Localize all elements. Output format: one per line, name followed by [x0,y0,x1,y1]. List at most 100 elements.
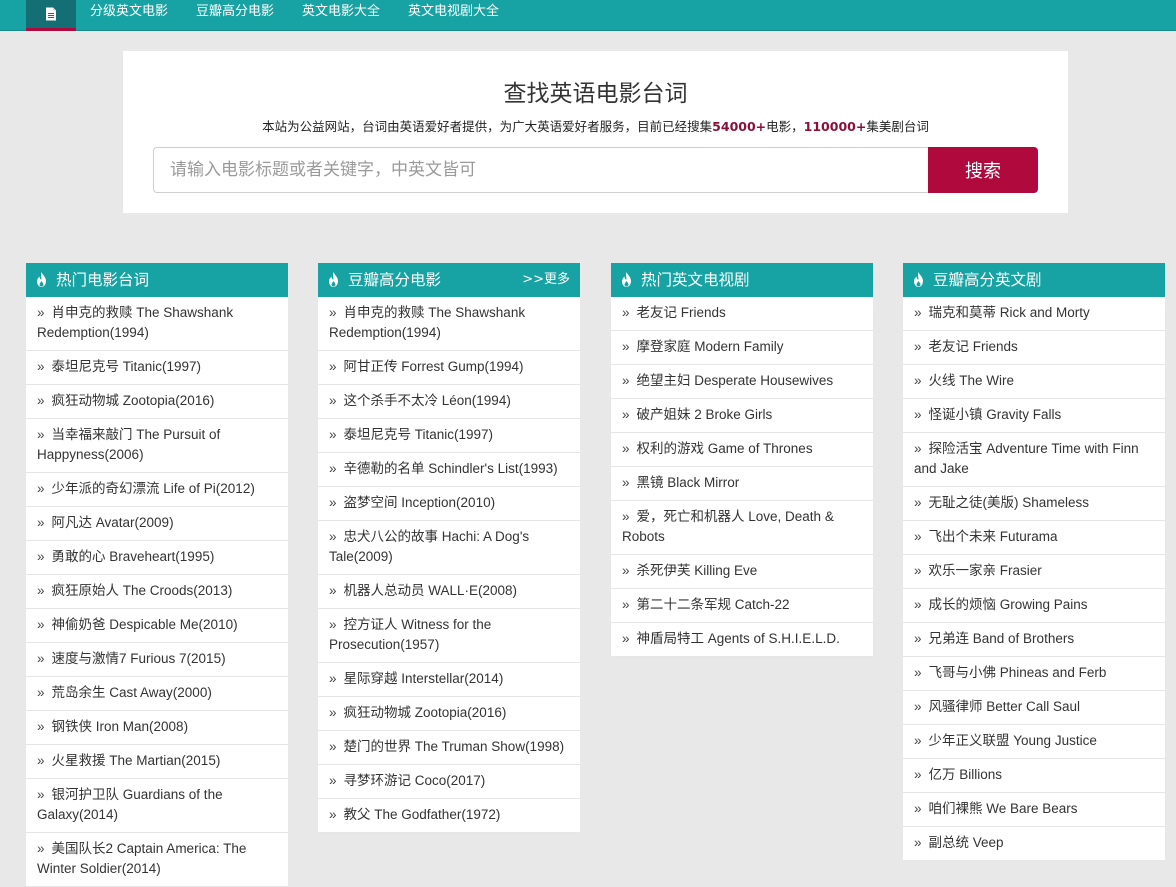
list-item[interactable]: » 银河护卫队 Guardians of the Galaxy(2014) [26,779,288,833]
item-title: 星际穿越 Interstellar(2014) [343,671,504,686]
list-item[interactable]: » 疯狂原始人 The Croods(2013) [26,575,288,609]
item-title: 钢铁侠 Iron Man(2008) [51,719,189,734]
list-item[interactable]: » 成长的烦恼 Growing Pains [903,589,1165,623]
list-item[interactable]: » 无耻之徒(美版) Shameless [903,487,1165,521]
list-item[interactable]: » 泰坦尼克号 Titanic(1997) [26,351,288,385]
title-list: » 瑞克和莫蒂 Rick and Morty » 老友记 Friends » 火线 The… [903,297,1165,861]
list-item[interactable]: » 荒岛余生 Cast Away(2000) [26,677,288,711]
list-item[interactable]: » 怪诞小镇 Gravity Falls [903,399,1165,433]
column-title: 豆瓣高分电影 [348,271,442,289]
list-item[interactable]: » 咱们裸熊 We Bare Bears [903,793,1165,827]
list-item[interactable]: » 副总统 Veep [903,827,1165,861]
list-item[interactable]: » 神盾局特工 Agents of S.H.I.E.L.D. [611,623,873,657]
column-title: 热门电影台词 [56,271,150,289]
list-item[interactable]: » 瑞克和莫蒂 Rick and Morty [903,297,1165,331]
arrow-icon: » [37,841,45,856]
item-title: 荒岛余生 Cast Away(2000) [51,685,212,700]
description-mid: 电影， [766,119,804,134]
list-item[interactable]: » 当幸福来敲门 The Pursuit of Happyness(2006) [26,419,288,473]
item-title: 亿万 Billions [928,767,1003,782]
description-suffix: 集美剧台词 [866,119,929,134]
list-item[interactable]: » 飞哥与小佛 Phineas and Ferb [903,657,1165,691]
nav-link-all-tv[interactable]: 英文电视剧大全 [394,0,513,24]
list-item[interactable]: » 阿甘正传 Forrest Gump(1994) [318,351,580,385]
list-item[interactable]: » 爱，死亡和机器人 Love, Death & Robots [611,501,873,555]
item-title: 兄弟连 Band of Brothers [928,631,1075,646]
list-item[interactable]: » 黑镜 Black Mirror [611,467,873,501]
arrow-icon: » [329,461,337,476]
list-item[interactable]: » 阿凡达 Avatar(2009) [26,507,288,541]
list-item[interactable]: » 火线 The Wire [903,365,1165,399]
list-item[interactable]: » 第二十二条军规 Catch-22 [611,589,873,623]
list-item[interactable]: » 权利的游戏 Game of Thrones [611,433,873,467]
list-item[interactable]: » 钢铁侠 Iron Man(2008) [26,711,288,745]
list-item[interactable]: » 疯狂动物城 Zootopia(2016) [318,697,580,731]
column-title: 豆瓣高分英文剧 [933,271,1042,289]
item-title: 教父 The Godfather(1972) [343,807,501,822]
list-item[interactable]: » 速度与激情7 Furious 7(2015) [26,643,288,677]
item-title: 老友记 Friends [636,305,726,320]
list-item[interactable]: » 飞出个未来 Futurama [903,521,1165,555]
flame-icon [914,272,923,287]
search-input[interactable] [153,147,928,193]
list-item[interactable]: » 神偷奶爸 Despicable Me(2010) [26,609,288,643]
arrow-icon: » [914,529,922,544]
item-title: 速度与激情7 Furious 7(2015) [51,651,226,666]
list-item[interactable]: » 破产姐妹 2 Broke Girls [611,399,873,433]
nav-link-graded-movies[interactable]: 分级英文电影 [76,0,182,24]
list-item[interactable]: » 楚门的世界 The Truman Show(1998) [318,731,580,765]
item-title: 辛德勒的名单 Schindler's List(1993) [343,461,558,476]
nav-link-douban-movies[interactable]: 豆瓣高分电影 [182,0,288,24]
list-item[interactable]: » 摩登家庭 Modern Family [611,331,873,365]
list-item[interactable]: » 机器人总动员 WALL·E(2008) [318,575,580,609]
arrow-icon: » [914,441,922,456]
list-item[interactable]: » 老友记 Friends [611,297,873,331]
list-item[interactable]: » 肖申克的救赎 The Shawshank Redemption(1994) [318,297,580,351]
list-item[interactable]: » 绝望主妇 Desperate Housewives [611,365,873,399]
list-item[interactable]: » 探险活宝 Adventure Time with Finn and Jake [903,433,1165,487]
column-title: 热门英文电视剧 [641,271,750,289]
list-item[interactable]: » 这个杀手不太冷 Léon(1994) [318,385,580,419]
flame-icon [37,272,46,287]
search-button[interactable]: 搜索 [928,147,1038,193]
item-title: 杀死伊芙 Killing Eve [636,563,758,578]
list-item[interactable]: » 火星救援 The Martian(2015) [26,745,288,779]
column-douban-tv: 豆瓣高分英文剧 » 瑞克和莫蒂 Rick and Morty » 老友记 Friends… [903,263,1165,861]
list-item[interactable]: » 寻梦环游记 Coco(2017) [318,765,580,799]
list-item[interactable]: » 忠犬八公的故事 Hachi: A Dog's Tale(2009) [318,521,580,575]
item-title: 寻梦环游记 Coco(2017) [343,773,486,788]
list-item[interactable]: » 泰坦尼克号 Titanic(1997) [318,419,580,453]
arrow-icon: » [329,617,337,632]
list-item[interactable]: » 少年正义联盟 Young Justice [903,725,1165,759]
arrow-icon: » [622,441,630,456]
arrow-icon: » [622,597,630,612]
list-item[interactable]: » 盗梦空间 Inception(2010) [318,487,580,521]
list-item[interactable]: » 少年派的奇幻漂流 Life of Pi(2012) [26,473,288,507]
list-item[interactable]: » 美国队长2 Captain America: The Winter Soldi… [26,833,288,887]
list-item[interactable]: » 老友记 Friends [903,331,1165,365]
column-header: 豆瓣高分英文剧 [903,263,1165,297]
list-item[interactable]: » 兄弟连 Band of Brothers [903,623,1165,657]
nav-link-all-movies[interactable]: 英文电影大全 [288,0,394,24]
home-button[interactable] [26,0,76,31]
arrow-icon: » [37,427,45,442]
list-item[interactable]: » 疯狂动物城 Zootopia(2016) [26,385,288,419]
item-title: 成长的烦恼 Growing Pains [928,597,1088,612]
list-item[interactable]: » 星际穿越 Interstellar(2014) [318,663,580,697]
list-item[interactable]: » 教父 The Godfather(1972) [318,799,580,833]
item-title: 风骚律师 Better Call Saul [928,699,1081,714]
list-item[interactable]: » 肖申克的救赎 The Shawshank Redemption(1994) [26,297,288,351]
list-item[interactable]: » 亿万 Billions [903,759,1165,793]
list-item[interactable]: » 控方证人 Witness for the Prosecution(1957) [318,609,580,663]
page-title: 查找英语电影台词 [503,81,688,107]
arrow-icon: » [329,427,337,442]
more-link[interactable]: >>更多 [522,263,570,297]
arrow-icon: » [37,583,45,598]
list-item[interactable]: » 辛德勒的名单 Schindler's List(1993) [318,453,580,487]
list-item[interactable]: » 风骚律师 Better Call Saul [903,691,1165,725]
list-item[interactable]: » 欢乐一家亲 Frasier [903,555,1165,589]
list-item[interactable]: » 勇敢的心 Braveheart(1995) [26,541,288,575]
arrow-icon: » [329,583,337,598]
list-item[interactable]: » 杀死伊芙 Killing Eve [611,555,873,589]
item-title: 老友记 Friends [928,339,1018,354]
